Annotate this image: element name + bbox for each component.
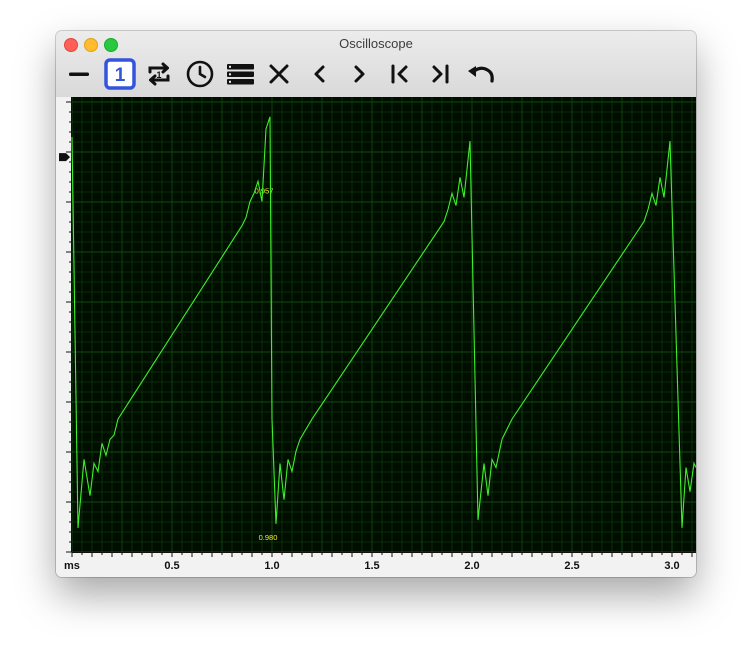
x-tick-label: 1.0: [264, 560, 279, 572]
x-tick-label: 0.5: [164, 560, 179, 572]
next-button[interactable]: [342, 57, 376, 91]
list-icon: [227, 64, 254, 85]
x-tick-label: 2.5: [564, 560, 579, 572]
clock-button[interactable]: [183, 57, 217, 91]
go-to-end-button[interactable]: [423, 57, 457, 91]
minus-button[interactable]: [62, 57, 96, 91]
undo-icon: [468, 66, 494, 83]
marker-label: 0.980: [259, 533, 278, 542]
window-title: Oscilloscope: [339, 36, 413, 51]
x-tick-label: 3.0: [664, 560, 679, 572]
undo-button[interactable]: [463, 57, 497, 91]
close-icon: [269, 64, 289, 84]
grid-background: [72, 97, 696, 552]
scope-display[interactable]: 0.5 1.0 1.5 2.0 2.5 3.0 0.957 0.980 ms: [56, 97, 696, 577]
repeat-button[interactable]: 1: [142, 57, 176, 91]
x-tick-label: 1.5: [364, 560, 379, 572]
minus-icon: [69, 72, 89, 76]
channel-number: 1: [115, 65, 126, 86]
skip-end-icon: [432, 64, 449, 84]
x-ruler: 0.5 1.0 1.5 2.0 2.5 3.0: [71, 552, 696, 572]
titlebar: Oscilloscope 1 1: [56, 31, 696, 98]
list-button[interactable]: [223, 57, 257, 91]
clock-icon: [186, 60, 214, 88]
trigger-level-icon[interactable]: [59, 153, 70, 162]
clear-button[interactable]: [262, 57, 296, 91]
x-tick-label: 2.0: [464, 560, 479, 572]
x-axis-unit: ms: [64, 560, 80, 572]
previous-button[interactable]: [303, 57, 337, 91]
channel-1-icon: 1: [104, 58, 136, 90]
oscilloscope-window: Oscilloscope 1 1 0.5 1.0 1.5 2.0 2.5 3.0…: [56, 31, 696, 577]
svg-text:1: 1: [156, 70, 161, 80]
go-to-start-button[interactable]: [383, 57, 417, 91]
chevron-right-icon: [354, 65, 365, 83]
scope-chart[interactable]: 0.5 1.0 1.5 2.0 2.5 3.0 0.9570.980 ms: [56, 97, 696, 577]
y-ruler: [66, 97, 72, 553]
repeat-icon: 1: [148, 62, 170, 86]
skip-start-icon: [391, 64, 408, 84]
chevron-left-icon: [314, 65, 325, 83]
channel-1-button[interactable]: 1: [103, 57, 137, 91]
